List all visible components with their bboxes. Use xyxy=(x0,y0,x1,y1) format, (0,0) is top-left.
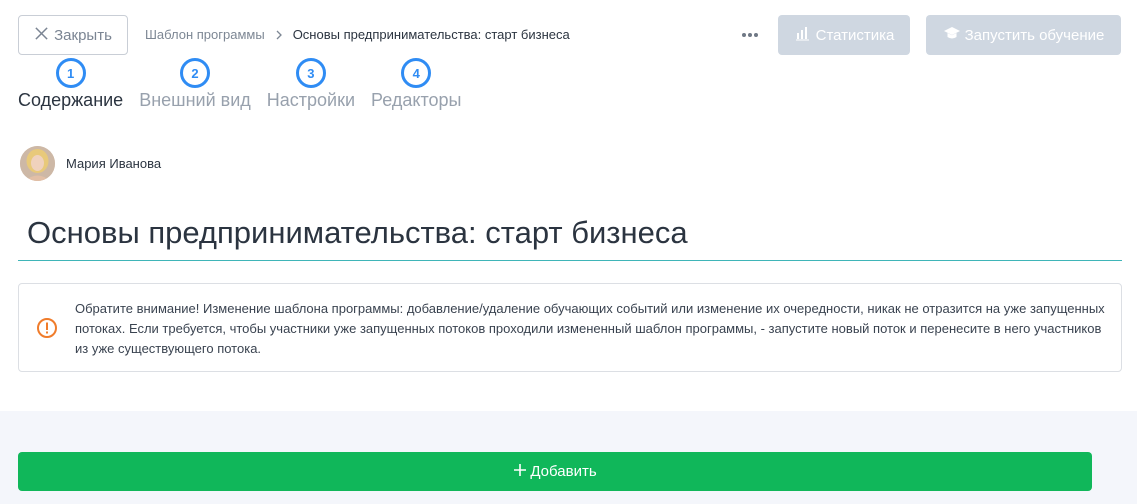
launch-training-label: Запустить обучение xyxy=(964,26,1105,44)
more-options-icon[interactable] xyxy=(738,23,762,47)
statistics-button-label: Статистика xyxy=(815,26,895,44)
tab-settings[interactable]: 3 Настройки xyxy=(267,58,355,118)
tab-step-badge: 1 xyxy=(55,58,86,88)
plus-icon xyxy=(513,463,527,481)
author: Мария Иванова xyxy=(20,146,161,181)
program-title[interactable]: Основы предпринимательства: старт бизнес… xyxy=(27,215,688,251)
avatar xyxy=(20,146,55,181)
title-underline xyxy=(18,260,1122,261)
tab-label: Внешний вид xyxy=(139,90,251,110)
notice-text: Обратите внимание! Изменение шаблона про… xyxy=(75,301,1105,356)
close-button[interactable]: Закрыть xyxy=(18,15,128,55)
add-button-label: Добавить xyxy=(530,463,597,480)
chevron-right-icon xyxy=(274,30,284,40)
tab-step-badge: 3 xyxy=(295,58,326,88)
breadcrumb-current: Основы предпринимательства: старт бизнес… xyxy=(292,27,570,42)
close-button-label: Закрыть xyxy=(54,26,112,44)
tab-content[interactable]: 1 Содержание xyxy=(18,58,123,118)
tab-step-badge: 2 xyxy=(179,58,210,88)
bar-chart-icon xyxy=(794,24,812,46)
tab-editors[interactable]: 4 Редакторы xyxy=(371,58,461,118)
graduation-cap-icon xyxy=(943,24,961,46)
tab-label: Настройки xyxy=(266,90,356,110)
breadcrumb-parent[interactable]: Шаблон программы xyxy=(145,27,265,42)
tab-bar: 1 Содержание 2 Внешний вид 3 Настройки 4… xyxy=(18,58,461,118)
statistics-button[interactable]: Статистика xyxy=(778,15,910,55)
author-name: Мария Иванова xyxy=(66,156,162,171)
tab-label: Редакторы xyxy=(371,90,462,110)
breadcrumb: Шаблон программы Основы предпринимательс… xyxy=(145,27,570,42)
close-icon xyxy=(34,26,49,45)
launch-training-button[interactable]: Запустить обучение xyxy=(926,15,1121,55)
notice-box: Обратите внимание! Изменение шаблона про… xyxy=(18,283,1122,372)
warning-icon xyxy=(36,317,58,339)
tab-label: Содержание xyxy=(18,90,124,110)
tab-step-badge: 4 xyxy=(401,58,432,88)
tab-appearance[interactable]: 2 Внешний вид xyxy=(139,58,251,118)
add-button[interactable]: Добавить xyxy=(18,452,1092,491)
